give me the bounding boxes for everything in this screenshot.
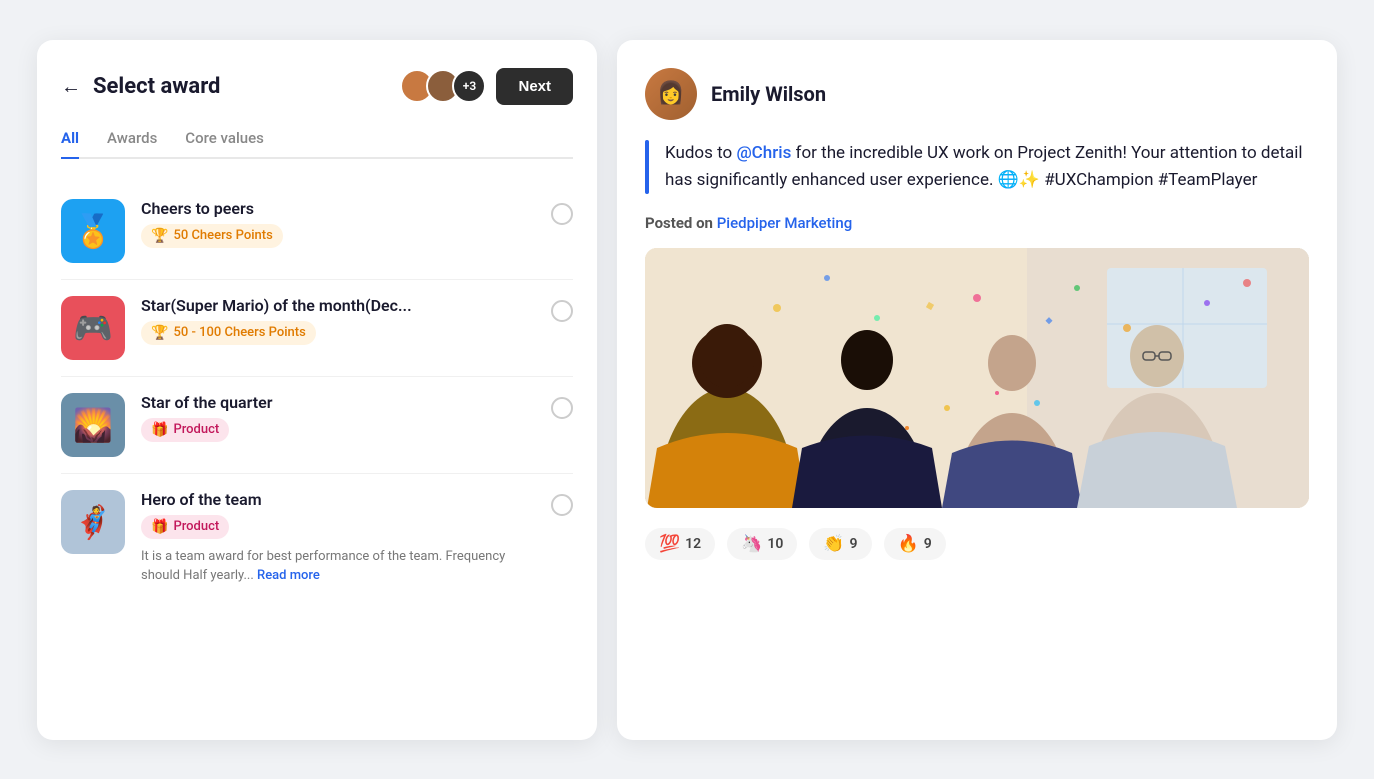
badge-icon-hero: 🎁 (151, 519, 168, 535)
award-item-cheers[interactable]: 🏅 Cheers to peers 🏆 50 Cheers Points (61, 183, 573, 280)
award-badge-hero: 🎁 Product (141, 515, 229, 539)
award-info-hero: Hero of the team 🎁 Product It is a team … (141, 490, 535, 586)
tab-awards[interactable]: Awards (107, 129, 157, 157)
award-item-hero[interactable]: 🦸 Hero of the team 🎁 Product It is a tea… (61, 474, 573, 602)
read-more-hero[interactable]: Read more (257, 568, 320, 583)
reactions-bar: 💯 12 🦄 10 👏 9 🔥 9 (645, 528, 1309, 560)
reaction-emoji-unicorn: 🦄 (741, 534, 762, 554)
posted-on-label: Posted on (645, 214, 713, 232)
post-text: Kudos to @Chris for the incredible UX wo… (665, 140, 1309, 194)
reaction-emoji-clap: 👏 (823, 534, 844, 554)
badge-icon-cheers: 🏆 (151, 228, 168, 244)
award-thumb-mario: 🎮 (61, 296, 125, 360)
radio-quarter[interactable] (551, 397, 573, 419)
award-name-quarter: Star of the quarter (141, 393, 535, 412)
post-image (645, 248, 1309, 508)
award-badge-cheers: 🏆 50 Cheers Points (141, 224, 283, 248)
reaction-count-unicorn: 10 (767, 536, 783, 552)
award-thumb-quarter: 🌄 (61, 393, 125, 457)
award-badge-quarter: 🎁 Product (141, 418, 229, 442)
award-info-cheers: Cheers to peers 🏆 50 Cheers Points (141, 199, 535, 248)
reaction-count-100: 12 (685, 536, 701, 552)
award-thumb-cheers: 🏅 (61, 199, 125, 263)
post-body: Kudos to @Chris for the incredible UX wo… (645, 140, 1309, 194)
avatars-group: +3 (400, 69, 486, 103)
post-header: 👩 Emily Wilson (645, 68, 1309, 120)
select-award-panel: ← Select award +3 Next All Awards Core v… (37, 40, 597, 740)
badge-text-hero: Product (173, 519, 219, 534)
post-meta: Posted on Piedpiper Marketing (645, 214, 1309, 232)
reaction-emoji-fire: 🔥 (898, 534, 919, 554)
poster-name: Emily Wilson (711, 82, 826, 106)
post-mention[interactable]: @Chris (736, 143, 791, 163)
post-panel: 👩 Emily Wilson Kudos to @Chris for the i… (617, 40, 1337, 740)
badge-icon-mario: 🏆 (151, 325, 168, 341)
award-name-cheers: Cheers to peers (141, 199, 535, 218)
post-text-before: Kudos to (665, 143, 736, 163)
tabs-bar: All Awards Core values (61, 129, 573, 159)
award-info-quarter: Star of the quarter 🎁 Product (141, 393, 535, 442)
reaction-count-fire: 9 (924, 536, 932, 552)
poster-avatar: 👩 (645, 68, 697, 120)
panel-title: Select award (93, 74, 220, 99)
radio-cheers[interactable] (551, 203, 573, 225)
reaction-unicorn[interactable]: 🦄 10 (727, 528, 797, 560)
reaction-clap[interactable]: 👏 9 (809, 528, 871, 560)
badge-icon-quarter: 🎁 (151, 422, 168, 438)
tab-core-values[interactable]: Core values (185, 129, 264, 157)
badge-text-cheers: 50 Cheers Points (173, 228, 272, 243)
award-thumb-hero: 🦸 (61, 490, 125, 554)
radio-mario[interactable] (551, 300, 573, 322)
blue-bar (645, 140, 649, 194)
award-name-hero: Hero of the team (141, 490, 535, 509)
radio-hero[interactable] (551, 494, 573, 516)
award-item-mario[interactable]: 🎮 Star(Super Mario) of the month(Dec... … (61, 280, 573, 377)
header-right: +3 Next (400, 68, 573, 105)
panel-header: ← Select award +3 Next (61, 68, 573, 105)
award-item-quarter[interactable]: 🌄 Star of the quarter 🎁 Product (61, 377, 573, 474)
award-badge-mario: 🏆 50 - 100 Cheers Points (141, 321, 316, 345)
tab-all[interactable]: All (61, 129, 79, 157)
reaction-count-clap: 9 (850, 536, 858, 552)
badge-text-mario: 50 - 100 Cheers Points (173, 325, 305, 340)
award-name-mario: Star(Super Mario) of the month(Dec... (141, 296, 535, 315)
reaction-fire[interactable]: 🔥 9 (884, 528, 946, 560)
post-photo (645, 248, 1309, 508)
reaction-100[interactable]: 💯 12 (645, 528, 715, 560)
header-left: ← Select award (61, 74, 220, 99)
reaction-emoji-100: 💯 (659, 534, 680, 554)
avatar-plus: +3 (452, 69, 486, 103)
next-button[interactable]: Next (496, 68, 573, 105)
award-info-mario: Star(Super Mario) of the month(Dec... 🏆 … (141, 296, 535, 345)
post-company[interactable]: Piedpiper Marketing (717, 214, 853, 232)
back-icon[interactable]: ← (61, 74, 81, 99)
award-desc-hero: It is a team award for best performance … (141, 547, 535, 586)
badge-text-quarter: Product (173, 422, 219, 437)
award-list: 🏅 Cheers to peers 🏆 50 Cheers Points 🎮 (61, 183, 573, 602)
main-container: ← Select award +3 Next All Awards Core v… (37, 40, 1337, 740)
